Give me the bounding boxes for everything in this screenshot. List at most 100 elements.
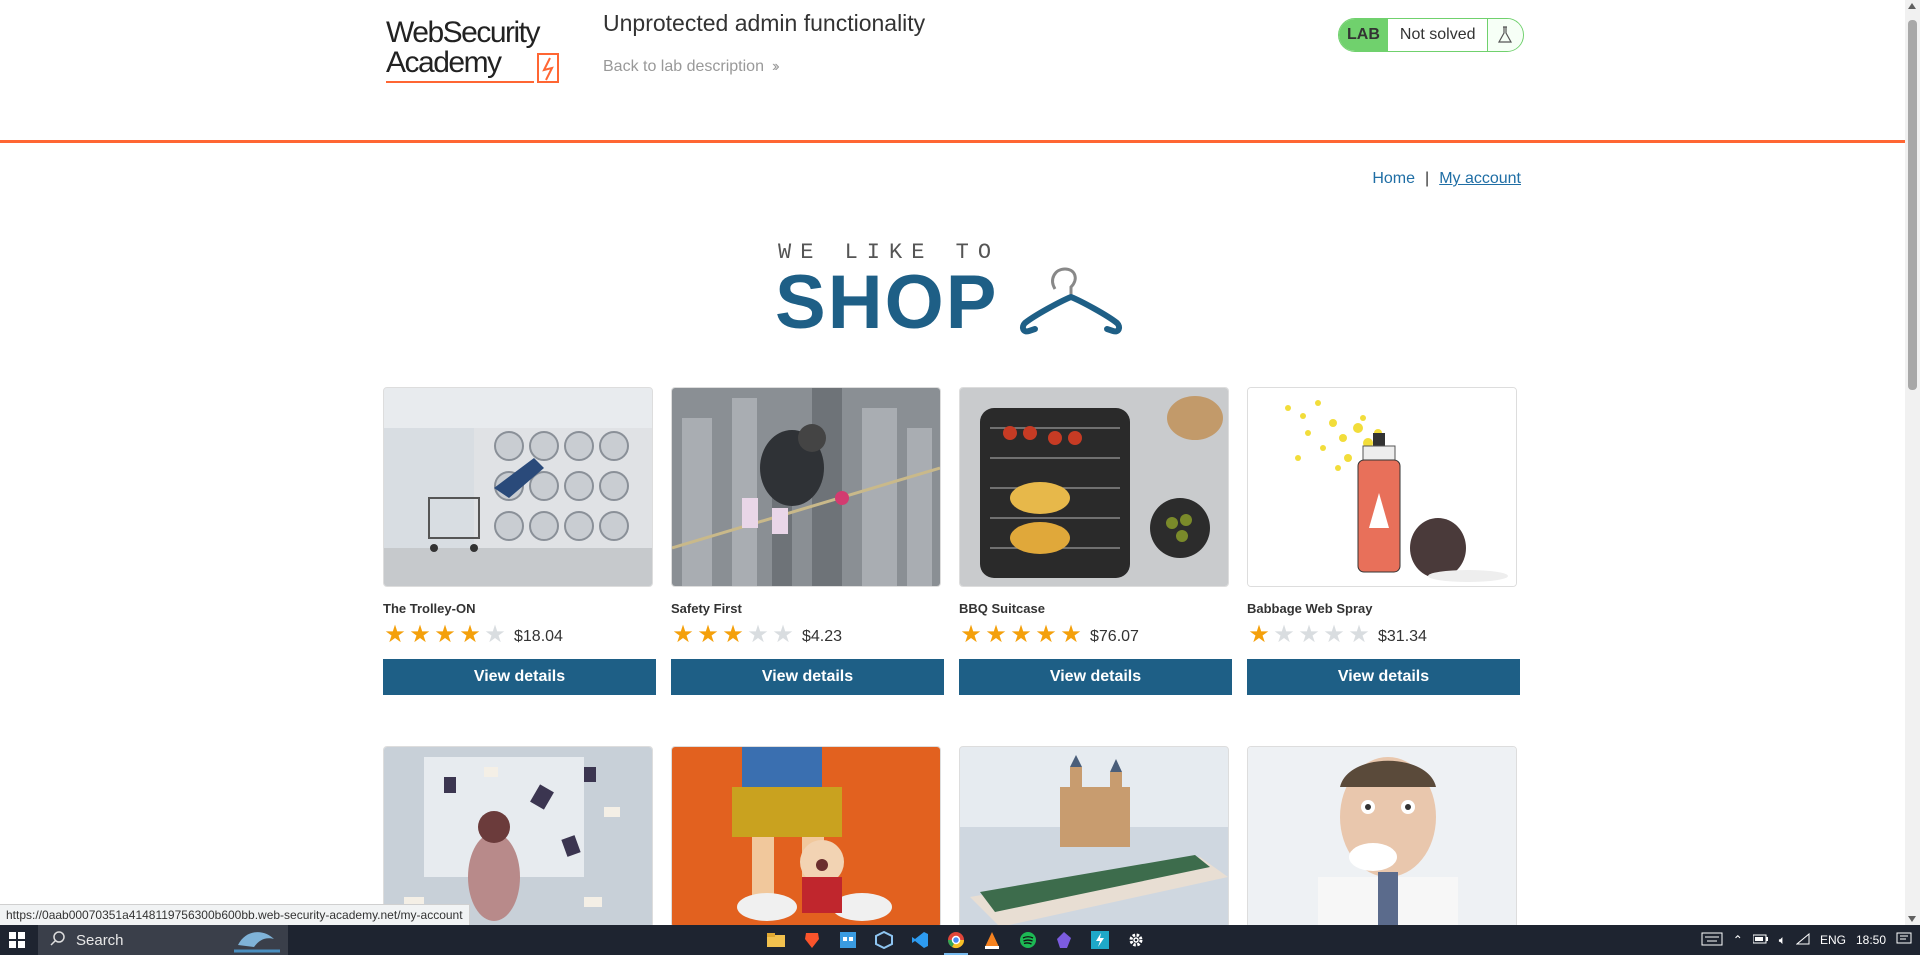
banner-title: SHOP [775, 260, 999, 345]
spotify-icon[interactable] [1016, 925, 1040, 955]
shop-banner: WE LIKE TO SHOP [775, 235, 1135, 345]
product-price: $76.07 [1090, 628, 1139, 645]
volume-icon[interactable]: 🔈︎ [1779, 933, 1786, 948]
product-rating: ★ ★ ★ ★ ★ $31.34 [1247, 622, 1520, 648]
lab-header: WebSecurity Academy Unprotected admin fu… [0, 0, 1905, 143]
virtualbox-icon[interactable] [872, 925, 896, 955]
product-image[interactable] [383, 387, 653, 587]
back-to-lab-description-link[interactable]: Back to lab description ›› [603, 58, 779, 76]
star-icon: ★ [409, 621, 431, 648]
view-details-button[interactable]: View details [959, 659, 1232, 695]
star-empty-icon: ★ [1348, 621, 1370, 648]
star-icon: ★ [697, 621, 719, 648]
lab-status-text: Not solved [1387, 19, 1488, 51]
show-hidden-icons-chevron-icon[interactable]: ⌃ [1733, 933, 1743, 947]
taskbar-search[interactable]: Search [38, 925, 288, 955]
lab-title: Unprotected admin functionality [603, 10, 926, 36]
file-explorer-icon[interactable] [764, 925, 788, 955]
star-empty-icon: ★ [772, 621, 794, 648]
product-card: Safety First ★ ★ ★ ★ ★ $4.23 View detail… [671, 387, 944, 707]
scroll-down-icon[interactable] [1908, 916, 1916, 922]
link-hover-status-url: https://0aab00070351a4148119756300b600bb… [0, 904, 470, 926]
product-image[interactable] [1247, 746, 1517, 928]
search-highlight-dolphin-icon [234, 927, 280, 957]
product-name: Babbage Web Spray [1247, 601, 1373, 616]
svg-text:WebSecurity: WebSecurity [386, 16, 541, 49]
star-icon: ★ [722, 621, 744, 648]
product-price: $4.23 [802, 628, 843, 645]
web-security-academy-logo[interactable]: WebSecurity Academy [384, 14, 584, 90]
double-chevron-right-icon: ›› [771, 58, 779, 75]
search-icon [50, 930, 66, 950]
page-scrollbar[interactable] [1905, 0, 1920, 925]
scroll-up-icon[interactable] [1908, 3, 1916, 9]
product-name: The Trolley-ON [383, 601, 476, 616]
star-empty-icon: ★ [1323, 621, 1345, 648]
product-image[interactable] [959, 387, 1229, 587]
star-icon: ★ [1010, 621, 1032, 648]
product-rating: ★ ★ ★ ★ ★ $76.07 [959, 622, 1232, 648]
chrome-icon[interactable] [944, 925, 968, 955]
product-grid-row-2 [383, 746, 1523, 928]
product-card: Babbage Web Spray ★ ★ ★ ★ ★ $31.34 View … [1247, 387, 1520, 707]
clothes-hanger-icon [1019, 267, 1123, 335]
back-link-label: Back to lab description [603, 58, 764, 75]
lab-badge: LAB [1339, 19, 1388, 51]
taskbar-search-label: Search [76, 931, 124, 949]
product-image[interactable] [959, 746, 1229, 928]
clock[interactable]: 18:50 [1856, 933, 1886, 947]
product-card: BBQ Suitcase ★ ★ ★ ★ ★ $76.07 View detai… [959, 387, 1232, 707]
language-indicator[interactable]: ENG [1820, 933, 1846, 947]
home-link[interactable]: Home [1372, 170, 1415, 188]
product-rating: ★ ★ ★ ★ ★ $18.04 [383, 622, 656, 648]
star-icon: ★ [960, 621, 982, 648]
product-rating: ★ ★ ★ ★ ★ $4.23 [671, 622, 944, 648]
view-details-button[interactable]: View details [671, 659, 944, 695]
star-empty-icon: ★ [1273, 621, 1295, 648]
windows-start-icon[interactable] [0, 925, 34, 955]
star-icon: ★ [434, 621, 456, 648]
notifications-icon[interactable] [1896, 932, 1912, 949]
star-icon: ★ [1248, 621, 1270, 648]
my-account-link[interactable]: My account [1439, 170, 1521, 188]
product-image[interactable] [383, 746, 653, 928]
product-image[interactable] [671, 387, 941, 587]
lab-status-widget: LAB Not solved [1338, 18, 1524, 52]
vlc-icon[interactable] [980, 925, 1004, 955]
star-icon: ★ [672, 621, 694, 648]
star-icon: ★ [459, 621, 481, 648]
calendar-app-icon[interactable] [836, 925, 860, 955]
settings-gear-icon[interactable] [1124, 925, 1148, 955]
product-grid: The Trolley-ON ★ ★ ★ ★ ★ $18.04 View det… [383, 387, 1523, 707]
product-price: $31.34 [1378, 628, 1427, 645]
vscode-icon[interactable] [908, 925, 932, 955]
product-price: $18.04 [514, 628, 563, 645]
scroll-thumb[interactable] [1908, 20, 1917, 390]
nav-separator: | [1425, 170, 1430, 187]
product-image[interactable] [1247, 387, 1517, 587]
powertoys-icon[interactable] [1088, 925, 1112, 955]
star-empty-icon: ★ [484, 621, 506, 648]
star-icon: ★ [1035, 621, 1057, 648]
star-empty-icon: ★ [1298, 621, 1320, 648]
star-icon: ★ [985, 621, 1007, 648]
svg-text:Academy: Academy [386, 46, 502, 79]
star-empty-icon: ★ [747, 621, 769, 648]
network-icon[interactable] [1795, 932, 1810, 948]
taskbar-apps [764, 925, 1148, 955]
product-name: Safety First [671, 601, 742, 616]
brave-browser-icon[interactable] [800, 925, 824, 955]
product-card: The Trolley-ON ★ ★ ★ ★ ★ $18.04 View det… [383, 387, 656, 707]
star-icon: ★ [1060, 621, 1082, 648]
battery-icon[interactable] [1752, 933, 1769, 947]
keyboard-layout-icon[interactable] [1701, 932, 1723, 949]
system-tray: ⌃ 🔈︎ ENG 18:50 [1701, 925, 1920, 955]
star-icon: ★ [384, 621, 406, 648]
obsidian-icon[interactable] [1052, 925, 1076, 955]
top-navigation: Home | My account [1372, 170, 1521, 188]
product-image[interactable] [671, 746, 941, 928]
view-details-button[interactable]: View details [1247, 659, 1520, 695]
product-name: BBQ Suitcase [959, 601, 1045, 616]
view-details-button[interactable]: View details [383, 659, 656, 695]
flask-icon [1487, 19, 1523, 51]
